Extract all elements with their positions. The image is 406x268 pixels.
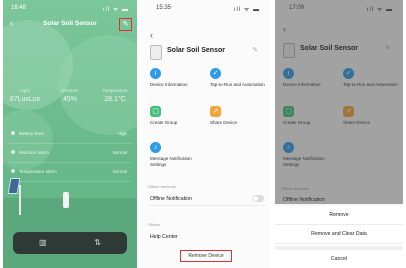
offline-notification-toggle[interactable]: [252, 195, 264, 202]
sensor-stats: Light 87LuxLux Moisture 45% Temperature …: [3, 88, 137, 122]
remove-and-clear-data-option[interactable]: Remove and Clear Data: [275, 225, 403, 244]
stat-label: Moisture: [61, 88, 79, 93]
action-label: Message Notification Settings: [150, 156, 192, 167]
status-bar: 15:35 ıll ᯤ ▬: [142, 3, 270, 13]
action-label: Create Group: [150, 120, 178, 125]
stat-moisture: Moisture 45%: [48, 88, 92, 103]
action-label: Share Device: [210, 120, 238, 125]
stat-light: Light 87LuxLux: [3, 88, 47, 103]
row-label: Moisture alarm: [19, 150, 49, 155]
stat-value: 87LuxLux: [9, 96, 41, 103]
sensor-pole-illustration: [19, 185, 21, 215]
remove-device-sheet-screen: 17:09 ıll ᯤ ▬ ‹ Solar Soil Sensor ✎ i De…: [275, 0, 403, 268]
device-home-screen: 16:48 ıll ᯤ ▬ ‹ Solar Soil Sensor ✎ Ligh…: [3, 0, 137, 268]
action-sheet: Remove Remove and Clear Data Cancel: [275, 206, 403, 268]
action-label: Device Information: [283, 82, 321, 87]
status-icons: ıll ᯤ ▬: [233, 7, 260, 13]
device-information-button[interactable]: i Device Information: [148, 68, 206, 102]
row-label: Help Center: [150, 234, 178, 240]
automation-button[interactable]: ✓ Tap-to-Run and Automation: [208, 68, 266, 102]
status-bar: 16:48 ıll ᯤ ▬: [3, 3, 137, 13]
device-header: Solar Soil Sensor ✎: [283, 42, 401, 58]
back-icon[interactable]: ‹: [283, 24, 286, 34]
row-label: Offline Notification: [283, 197, 326, 203]
stat-label: Temperature: [102, 88, 128, 93]
status-time: 17:09: [289, 5, 305, 11]
back-icon[interactable]: ‹: [150, 30, 153, 40]
status-bar: 17:09 ıll ᯤ ▬: [275, 3, 403, 13]
action-label: Share Device: [343, 120, 371, 125]
cancel-button[interactable]: Cancel: [275, 250, 403, 268]
edit-icon[interactable]: ✎: [252, 46, 258, 54]
action-label: Message Notification Settings: [283, 156, 325, 167]
status-icons: ıll ᯤ ▬: [366, 7, 393, 13]
section-header: Offline reminder: [281, 186, 310, 191]
stat-value: 45%: [62, 96, 77, 103]
nav-bar: ‹ Solar Soil Sensor ✎: [3, 17, 137, 31]
action-label: Create Group: [283, 120, 311, 125]
remove-option[interactable]: Remove: [275, 206, 403, 225]
device-settings-screen: 15:35 ıll ᯤ ▬ ‹ Solar Soil Sensor ✎ i De…: [142, 0, 270, 268]
bottom-toolbar: ▥ ⇅: [13, 232, 127, 254]
status-time: 15:35: [156, 5, 172, 11]
row-label: Offline Notification: [150, 196, 193, 202]
row-value: Normal: [112, 150, 127, 155]
share-icon: ↗: [343, 106, 354, 117]
row-label: Battery level: [19, 131, 44, 136]
edit-icon[interactable]: ✎: [385, 44, 391, 52]
device-information-button[interactable]: i Device Information: [281, 68, 339, 102]
share-device-button[interactable]: ↗ Share Device: [208, 106, 266, 140]
action-label: Tap-to-Run and Automation: [343, 82, 398, 87]
device-header: Solar Soil Sensor ✎: [150, 44, 268, 60]
offline-notification-row[interactable]: Offline Notification: [281, 193, 399, 207]
chart-icon[interactable]: ▥: [39, 238, 47, 247]
action-label: Device Information: [150, 82, 188, 87]
device-name: Solar Soil Sensor: [300, 45, 358, 52]
row-label: Temperature alarm: [19, 169, 57, 174]
check-icon: ✓: [210, 68, 221, 79]
battery-icon: [11, 131, 15, 135]
device-icon: [283, 43, 295, 58]
list-item: Battery level High: [9, 125, 131, 144]
row-value: Normal: [112, 169, 127, 174]
bell-icon: ♪: [283, 142, 294, 153]
group-icon: ▢: [150, 106, 161, 117]
info-icon: i: [283, 68, 294, 79]
stat-value: 28.1°C: [104, 96, 126, 103]
device-name: Solar Soil Sensor: [167, 47, 225, 54]
section-header: Others: [148, 222, 161, 227]
offline-notification-row[interactable]: Offline Notification: [148, 192, 266, 206]
droplet-icon: [11, 150, 15, 154]
remove-device-button[interactable]: Remove Device: [180, 250, 232, 262]
stat-label: Light: [20, 88, 30, 93]
thermometer-icon: [11, 169, 15, 173]
group-icon: ▢: [283, 106, 294, 117]
info-icon: i: [150, 68, 161, 79]
settings-sliders-icon[interactable]: ⇅: [94, 238, 101, 247]
row-value: High: [117, 131, 127, 136]
share-device-button[interactable]: ↗ Share Device: [341, 106, 399, 140]
check-icon: ✓: [343, 68, 354, 79]
list-item: Moisture alarm Normal: [9, 144, 131, 163]
sensor-illustration: [63, 192, 69, 208]
message-notification-button[interactable]: ♪ Message Notification Settings: [148, 142, 206, 176]
status-list: Battery level High Moisture alarm Normal…: [9, 125, 131, 182]
device-icon: [150, 45, 162, 60]
create-group-button[interactable]: ▢ Create Group: [148, 106, 206, 140]
share-icon: ↗: [210, 106, 221, 117]
list-item: Temperature alarm Normal: [9, 163, 131, 182]
status-icons: ıll ᯤ ▬: [102, 7, 129, 13]
stat-temperature: Temperature 28.1°C: [93, 88, 137, 103]
help-center-row[interactable]: Help Center: [148, 230, 266, 243]
automation-button[interactable]: ✓ Tap-to-Run and Automation: [341, 68, 399, 102]
page-title: Solar Soil Sensor: [43, 20, 97, 27]
edit-icon[interactable]: ✎: [119, 18, 132, 31]
message-notification-button[interactable]: ♪ Message Notification Settings: [281, 142, 339, 176]
action-label: Tap-to-Run and Automation: [210, 82, 265, 87]
section-header: Offline reminder: [148, 184, 177, 189]
bell-icon: ♪: [150, 142, 161, 153]
status-time: 16:48: [11, 5, 27, 11]
create-group-button[interactable]: ▢ Create Group: [281, 106, 339, 140]
